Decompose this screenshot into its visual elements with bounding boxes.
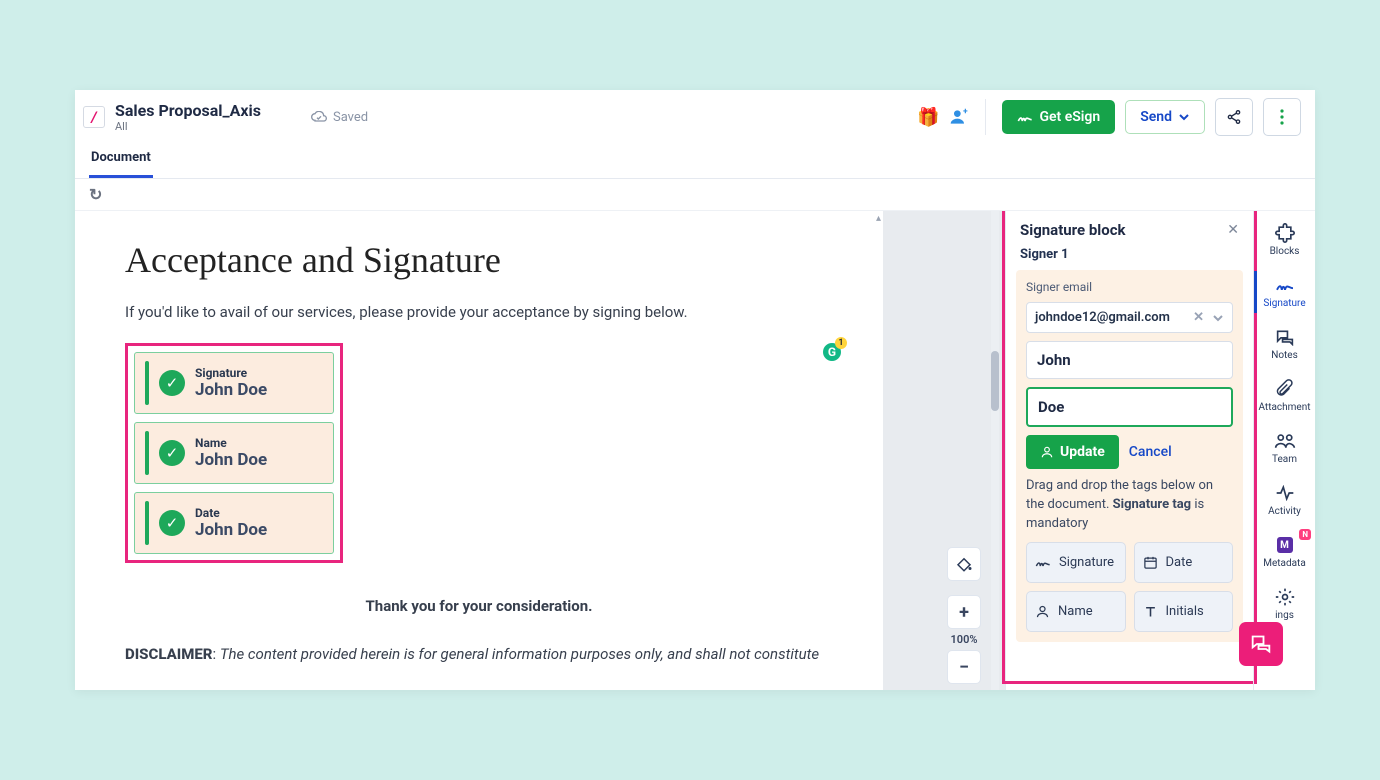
tag-date[interactable]: Date: [1134, 542, 1234, 583]
tag-initials[interactable]: Initials: [1134, 591, 1234, 632]
zoom-out-button[interactable]: −: [947, 650, 981, 684]
first-name-input[interactable]: John: [1026, 341, 1233, 379]
paint-bucket-icon: [955, 555, 973, 573]
canvas-scrollthumb[interactable]: [991, 351, 999, 411]
rail-metadata[interactable]: N M Metadata: [1254, 533, 1315, 571]
rail-settings[interactable]: ings: [1254, 585, 1315, 623]
title-block: Sales Proposal_Axis All: [115, 101, 261, 133]
check-icon: ✓: [159, 370, 185, 396]
email-field-label: Signer email: [1026, 280, 1233, 294]
reload-button[interactable]: ↻: [89, 185, 102, 204]
header-actions: 🎁 + Get eSign Send: [917, 98, 1301, 136]
zoom-level: 100%: [951, 633, 978, 646]
person-icon: [1035, 604, 1050, 619]
saved-label: Saved: [333, 110, 368, 125]
signature-icon: [1017, 110, 1033, 124]
panel-title: Signature block: [1020, 221, 1126, 239]
document-page: ▴ Acceptance and Signature If you'd like…: [75, 211, 883, 690]
thankyou-text: Thank you for your consideration.: [125, 597, 833, 615]
signer-heading: Signer 1: [1016, 243, 1243, 270]
tag-signature[interactable]: Signature: [1026, 542, 1126, 583]
signer-card: Signer email johndoe12@gmail.com ✕ John …: [1016, 270, 1243, 642]
check-icon: ✓: [159, 510, 185, 536]
clear-icon[interactable]: ✕: [1193, 310, 1204, 325]
date-value: John Doe: [195, 520, 267, 540]
drag-hint: Drag and drop the tags below on the docu…: [1026, 477, 1233, 534]
activity-icon: [1275, 483, 1295, 503]
send-button[interactable]: Send: [1125, 100, 1205, 134]
cancel-button[interactable]: Cancel: [1129, 444, 1172, 460]
signature-blocks-highlight: ✓ Signature John Doe ✓ Name John Doe: [125, 343, 343, 563]
date-block[interactable]: ✓ Date John Doe: [134, 492, 334, 554]
document-title[interactable]: Sales Proposal_Axis: [115, 101, 261, 120]
text-icon: [1143, 604, 1158, 619]
rail-notes[interactable]: Notes: [1254, 325, 1315, 363]
get-esign-button[interactable]: Get eSign: [1002, 100, 1115, 134]
puzzle-icon: [1275, 223, 1295, 243]
signer-email-select[interactable]: johndoe12@gmail.com ✕: [1026, 302, 1233, 333]
toolbar: ↻: [75, 179, 1315, 211]
date-label: Date: [195, 506, 267, 520]
saved-indicator: Saved: [311, 110, 368, 125]
page-heading: Acceptance and Signature: [125, 239, 833, 281]
chevron-down-icon: [1178, 111, 1190, 123]
disclaimer: DISCLAIMER: The content provided herein …: [125, 645, 833, 663]
kebab-icon: [1280, 109, 1284, 125]
document-canvas[interactable]: ▴ Acceptance and Signature If you'd like…: [75, 211, 1005, 690]
document-subtitle: All: [115, 120, 261, 133]
paperclip-icon: [1276, 379, 1294, 399]
name-value: John Doe: [195, 450, 267, 470]
last-name-input[interactable]: Doe: [1026, 387, 1233, 427]
share-icon: [1226, 109, 1242, 125]
canvas-scrollbar[interactable]: [991, 211, 999, 690]
more-menu-button[interactable]: [1263, 98, 1301, 136]
rail-activity[interactable]: Activity: [1254, 481, 1315, 519]
svg-text:+: +: [964, 107, 969, 117]
check-icon: ✓: [159, 440, 185, 466]
team-icon: [1274, 431, 1296, 451]
email-value: johndoe12@gmail.com: [1035, 310, 1170, 325]
header: / Sales Proposal_Axis All Saved 🎁 + Get …: [75, 90, 1315, 136]
scroll-up-icon[interactable]: ▴: [876, 213, 881, 224]
signature-icon: [1035, 555, 1051, 569]
chat-icon: [1275, 327, 1295, 347]
tag-name[interactable]: Name: [1026, 591, 1126, 632]
rail-signature[interactable]: Signature: [1254, 273, 1315, 311]
signature-panel: Signature block ✕ Signer 1 Signer email …: [1005, 211, 1253, 690]
signature-value: John Doe: [195, 380, 267, 400]
metadata-icon: M: [1277, 537, 1293, 553]
fill-tool-button[interactable]: [947, 547, 981, 581]
cloud-saved-icon: [311, 111, 327, 123]
chat-bubbles-icon: [1250, 634, 1272, 654]
share-button[interactable]: [1215, 98, 1253, 136]
rail-team[interactable]: Team: [1254, 429, 1315, 467]
tabs: Document: [75, 136, 1315, 179]
calendar-icon: [1143, 555, 1158, 570]
signature-block[interactable]: ✓ Signature John Doe: [134, 352, 334, 414]
right-rail: Blocks Signature Notes Attachment: [1253, 211, 1315, 690]
tab-document[interactable]: Document: [89, 144, 153, 178]
app-logo[interactable]: /: [83, 106, 105, 128]
body: ▴ Acceptance and Signature If you'd like…: [75, 211, 1315, 690]
add-person-icon[interactable]: +: [949, 107, 969, 127]
update-button[interactable]: Update: [1026, 435, 1119, 469]
name-block[interactable]: ✓ Name John Doe: [134, 422, 334, 484]
new-badge: N: [1299, 529, 1311, 540]
zoom-in-button[interactable]: +: [947, 595, 981, 629]
signature-label: Signature: [195, 366, 267, 380]
name-label: Name: [195, 436, 267, 450]
rail-attachment[interactable]: Attachment: [1254, 377, 1315, 415]
chevron-down-icon[interactable]: [1212, 312, 1224, 324]
signature-icon: [1275, 275, 1295, 295]
app-window: / Sales Proposal_Axis All Saved 🎁 + Get …: [75, 90, 1315, 690]
gear-icon: [1275, 587, 1295, 607]
intro-text: If you'd like to avail of our services, …: [125, 303, 833, 321]
canvas-controls: + 100% −: [947, 547, 981, 684]
gift-icon[interactable]: 🎁: [917, 107, 939, 128]
close-panel-button[interactable]: ✕: [1227, 222, 1239, 238]
chat-fab[interactable]: [1239, 622, 1283, 666]
grammarly-icon[interactable]: G: [821, 341, 843, 363]
rail-blocks[interactable]: Blocks: [1254, 221, 1315, 259]
person-icon: [1040, 445, 1054, 459]
